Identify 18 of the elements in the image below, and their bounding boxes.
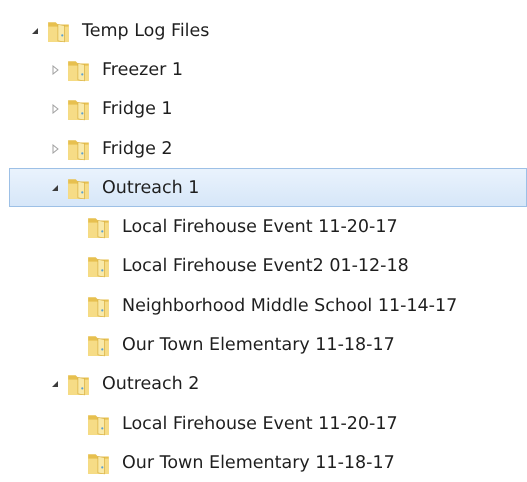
tree-item[interactable]: Freezer 1 <box>9 50 527 90</box>
tree-item[interactable]: Our Town Elementary 11-18-17 <box>9 443 527 482</box>
expanded-arrow-icon[interactable] <box>30 26 40 36</box>
expanded-arrow-icon[interactable] <box>50 182 60 193</box>
tree-item[interactable]: Local Firehouse Event2 01-12-18 <box>9 246 527 286</box>
tree-item[interactable]: Our Town Elementary 11-18-17 <box>9 325 527 365</box>
tree-item[interactable]: Temp Log Files <box>9 11 527 50</box>
tree-item[interactable]: Outreach 2 <box>9 364 527 404</box>
collapsed-arrow-icon[interactable] <box>50 104 60 114</box>
tree-item[interactable]: Local Firehouse Event 11-20-17 <box>9 404 527 444</box>
collapsed-arrow-icon[interactable] <box>50 64 60 75</box>
expanded-arrow-icon[interactable] <box>50 379 60 390</box>
tree-item[interactable]: Outreach 1 <box>9 168 527 208</box>
tree-item[interactable]: Local Firehouse Event 11-20-17 <box>9 207 527 247</box>
tree-item[interactable]: Fridge 1 <box>9 90 527 129</box>
tree-item[interactable]: Fridge 2 <box>9 128 527 168</box>
collapsed-arrow-icon[interactable] <box>50 144 60 154</box>
tree-item[interactable]: Neighborhood Middle School 11-14-17 <box>9 286 527 326</box>
